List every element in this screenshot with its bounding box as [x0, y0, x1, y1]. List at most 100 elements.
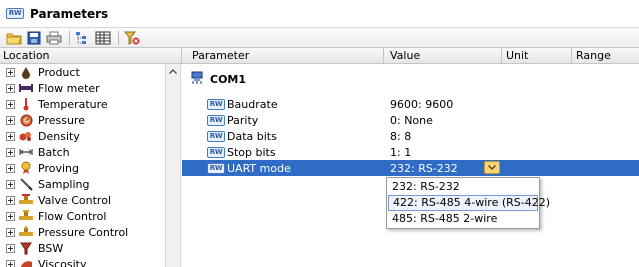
print-icon[interactable] [45, 30, 63, 46]
window-titlebar: RW Parameters [0, 0, 639, 28]
tree-item-label: Flow Control [38, 209, 107, 223]
tree-item-label: Sampling [38, 177, 90, 191]
rw-icon: RW [207, 130, 225, 142]
tree-item-label: Flow meter [38, 81, 100, 95]
parameter-grid: COM1 RW Baudrate 9600: 9600 RW Parity 0:… [182, 64, 639, 267]
tree-item-sampling[interactable]: Sampling [0, 176, 90, 192]
parameter-value[interactable]: 9600: 9600 [390, 98, 453, 111]
dropdown-toggle-button[interactable] [484, 161, 500, 174]
tree-item-label: Pressure Control [38, 225, 129, 239]
expand-icon[interactable] [6, 67, 15, 77]
rw-icon: RW [207, 114, 225, 126]
parameter-row-uart-mode[interactable]: RW UART mode 232: RS-232 [182, 160, 639, 176]
tree-item-pressure-control[interactable]: Pressure Control [0, 224, 128, 240]
tree-item-product[interactable]: Product [0, 64, 80, 80]
rw-icon: RW [207, 98, 225, 110]
tree-item-label: Batch [38, 145, 70, 159]
dropdown-option-highlighted[interactable]: 422: RS-485 4-wire (RS-422) [388, 195, 550, 211]
tree-item-label: Viscosity [38, 257, 87, 267]
proving-icon [19, 161, 33, 175]
save-icon[interactable] [25, 30, 43, 46]
tree-item-label: Density [38, 129, 80, 143]
parameter-row-parity[interactable]: RW Parity 0: None [182, 112, 639, 128]
rw-icon: RW [207, 162, 225, 174]
parameter-value[interactable]: 1: 1 [390, 146, 411, 159]
tree-item-label: Pressure [38, 113, 85, 127]
viscosity-icon [19, 257, 33, 267]
open-folder-icon[interactable] [5, 30, 23, 46]
valve-icon [19, 193, 33, 207]
expand-icon[interactable] [6, 227, 15, 237]
filter-clear-icon[interactable] [123, 30, 141, 46]
bsw-funnel-icon [19, 241, 33, 255]
expand-icon[interactable] [6, 243, 15, 253]
expand-icon[interactable] [6, 99, 15, 109]
pressure-gauge-icon [19, 113, 33, 127]
toolbar-separator [69, 30, 70, 45]
product-drop-icon [19, 65, 33, 79]
tree-item-proving[interactable]: Proving [0, 160, 79, 176]
table-view-icon[interactable] [94, 30, 112, 46]
parameter-row-data-bits[interactable]: RW Data bits 8: 8 [182, 128, 639, 144]
group-label: COM1 [210, 72, 247, 86]
tree-item-batch[interactable]: Batch [0, 144, 70, 160]
expand-icon[interactable] [6, 163, 15, 173]
pressure-control-icon [19, 225, 33, 239]
tree-item-label: BSW [38, 241, 64, 255]
tree-item-pressure[interactable]: Pressure [0, 112, 85, 128]
tree-scrollbar[interactable] [165, 64, 181, 267]
tree-item-flow-meter[interactable]: Flow meter [0, 80, 100, 96]
expand-icon[interactable] [6, 115, 15, 125]
tree-view-icon[interactable] [74, 30, 92, 46]
tree-item-label: Product [38, 65, 80, 79]
expand-icon[interactable] [6, 259, 15, 267]
toolbar [0, 28, 639, 48]
group-header-com1[interactable]: COM1 [182, 70, 246, 88]
parameter-name: Parity [227, 113, 259, 127]
dropdown-option[interactable]: 232: RS-232 [387, 179, 539, 195]
tree-item-valve-control[interactable]: Valve Control [0, 192, 111, 208]
density-icon [19, 129, 33, 143]
parameter-name: UART mode [227, 161, 291, 175]
tree-item-density[interactable]: Density [0, 128, 80, 144]
location-column-header[interactable]: Location [0, 48, 182, 64]
expand-icon[interactable] [6, 179, 15, 189]
value-column-header[interactable]: Value [384, 48, 502, 64]
rw-icon: RW [6, 8, 24, 19]
serial-port-icon [190, 71, 204, 87]
parameter-name: Baudrate [227, 97, 278, 111]
expand-icon[interactable] [6, 211, 15, 221]
parameter-row-baudrate[interactable]: RW Baudrate 9600: 9600 [182, 96, 639, 112]
tree-item-label: Temperature [38, 97, 108, 111]
tree-item-bsw[interactable]: BSW [0, 240, 63, 256]
parameter-column-header[interactable]: Parameter [182, 48, 384, 64]
parameter-value[interactable]: 232: RS-232 [390, 162, 458, 175]
thermometer-icon [19, 97, 33, 111]
tree-item-viscosity[interactable]: Viscosity [0, 256, 86, 267]
expand-icon[interactable] [6, 131, 15, 141]
parameter-value[interactable]: 0: None [390, 114, 433, 127]
expand-icon[interactable] [6, 195, 15, 205]
parameter-value[interactable]: 8: 8 [390, 130, 411, 143]
scroll-up-icon[interactable] [166, 64, 180, 78]
tree-item-label: Valve Control [38, 193, 112, 207]
flow-control-icon [19, 209, 33, 223]
parameter-row-stop-bits[interactable]: RW Stop bits 1: 1 [182, 144, 639, 160]
uart-mode-dropdown-list: 232: RS-232 422: RS-485 4-wire (RS-422) … [386, 177, 550, 229]
parameter-name: Data bits [227, 129, 277, 143]
unit-column-header[interactable]: Unit [502, 48, 572, 64]
dropdown-option[interactable]: 485: RS-485 2-wire [387, 211, 539, 227]
flow-meter-icon [19, 81, 33, 95]
location-tree: Product Flow meter Temperature Pressure … [0, 64, 165, 267]
sampling-icon [19, 177, 33, 191]
expand-icon[interactable] [6, 83, 15, 93]
window-title: Parameters [30, 6, 109, 21]
range-column-header[interactable]: Range [572, 48, 639, 64]
tree-item-temperature[interactable]: Temperature [0, 96, 108, 112]
rw-icon: RW [207, 146, 225, 158]
expand-icon[interactable] [6, 147, 15, 157]
batch-icon [19, 145, 33, 159]
parameter-name: Stop bits [227, 145, 276, 159]
tree-item-flow-control[interactable]: Flow Control [0, 208, 106, 224]
tree-item-label: Proving [38, 161, 79, 175]
